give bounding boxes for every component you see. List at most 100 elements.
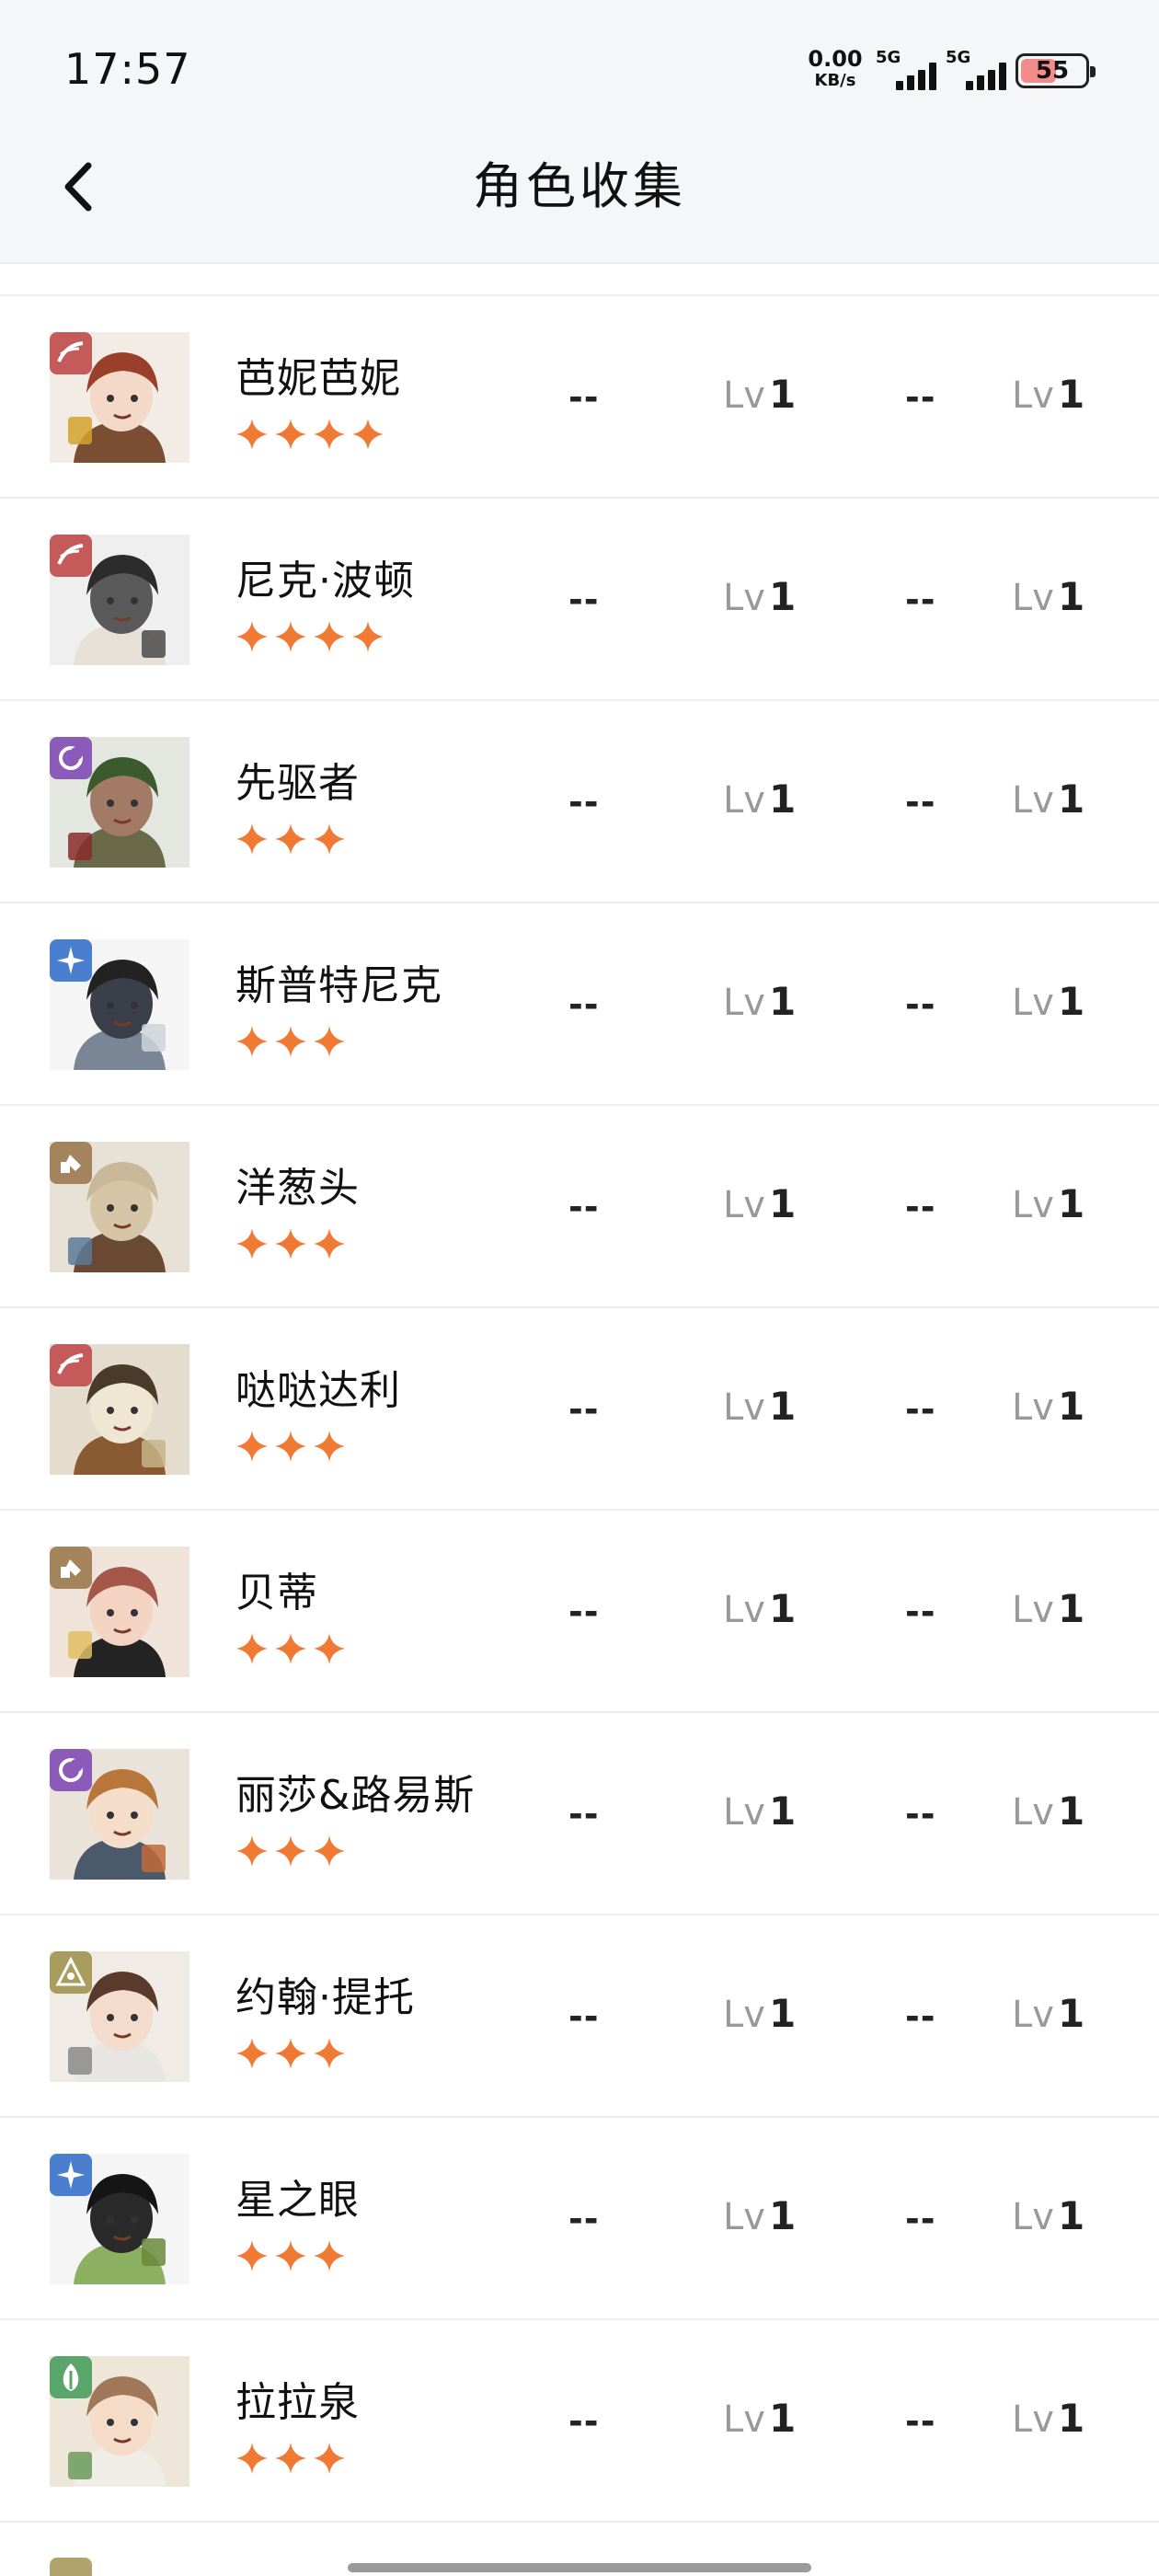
level-value: 1 bbox=[768, 776, 797, 822]
character-row[interactable]: 洋葱头 -- Lv1 -- Lv1 bbox=[0, 1106, 1159, 1308]
rarity-star-icon bbox=[275, 1026, 306, 1057]
level-value: 1 bbox=[768, 1991, 797, 2036]
rarity-star-icon bbox=[236, 1431, 268, 1462]
level-1: Lv1 bbox=[723, 2396, 796, 2441]
rarity-star-icon bbox=[236, 1026, 268, 1057]
stat-placeholder-2: -- bbox=[905, 2199, 936, 2239]
level-label: Lv bbox=[723, 1994, 765, 2036]
character-avatar bbox=[50, 737, 189, 868]
level-label: Lv bbox=[723, 577, 765, 619]
level-label: Lv bbox=[1012, 2398, 1054, 2441]
level-2: Lv1 bbox=[1012, 1384, 1084, 1429]
level-label: Lv bbox=[723, 982, 765, 1024]
attribute-badge-icon bbox=[50, 1951, 92, 1994]
network-speed-unit: KB/s bbox=[814, 71, 856, 90]
level-1: Lv1 bbox=[723, 2193, 796, 2238]
stat-placeholder-2: -- bbox=[905, 782, 936, 822]
level-2: Lv1 bbox=[1012, 1586, 1084, 1631]
network-speed: 0.00 KB/s bbox=[808, 48, 863, 92]
level-value: 1 bbox=[768, 1788, 797, 1834]
rarity-star-icon bbox=[352, 621, 384, 652]
rarity-stars bbox=[234, 2440, 350, 2477]
rarity-star-icon bbox=[275, 2443, 306, 2474]
rarity-star-icon bbox=[275, 1633, 306, 1664]
character-avatar bbox=[50, 2356, 189, 2487]
character-name: 约翰·提托 bbox=[235, 1974, 415, 2021]
level-label: Lv bbox=[723, 1791, 765, 1834]
character-row[interactable]: 约翰·提托 -- Lv1 -- Lv1 bbox=[0, 1915, 1159, 2118]
character-row[interactable]: 尼克·波顿 -- Lv1 -- Lv1 bbox=[0, 499, 1159, 701]
character-avatar bbox=[50, 1749, 189, 1880]
level-value: 1 bbox=[768, 1586, 797, 1631]
level-2: Lv1 bbox=[1012, 1788, 1084, 1834]
rarity-star-icon bbox=[236, 2240, 268, 2271]
rarity-stars bbox=[234, 618, 388, 655]
stat-placeholder-2: -- bbox=[905, 1187, 936, 1227]
signal-strength-icon-2: 5G bbox=[946, 48, 1014, 92]
rarity-star-icon bbox=[314, 1633, 345, 1664]
level-label: Lv bbox=[1012, 1791, 1054, 1834]
battery-level: 55 bbox=[1035, 57, 1070, 85]
level-1: Lv1 bbox=[723, 979, 796, 1024]
rarity-star-icon bbox=[314, 1431, 345, 1462]
character-name: 星之眼 bbox=[235, 2177, 360, 2224]
stat-placeholder-2: -- bbox=[905, 580, 936, 620]
rarity-star-icon bbox=[275, 1228, 306, 1259]
character-list: 芭妮芭妮 -- Lv1 -- Lv1 尼克·波顿 -- Lv1 -- Lv1 先驱者 -- Lv1 -- L… bbox=[0, 294, 1159, 2523]
character-name: 先驱者 bbox=[235, 760, 360, 807]
rarity-star-icon bbox=[236, 2443, 268, 2474]
level-value: 1 bbox=[768, 979, 797, 1024]
rarity-stars bbox=[234, 1428, 350, 1465]
level-value: 1 bbox=[1057, 1384, 1085, 1429]
stat-placeholder-1: -- bbox=[568, 2401, 600, 2442]
level-1: Lv1 bbox=[723, 776, 796, 822]
rarity-star-icon bbox=[236, 419, 268, 450]
level-2: Lv1 bbox=[1012, 1181, 1084, 1226]
stat-placeholder-1: -- bbox=[568, 1187, 600, 1227]
home-indicator[interactable] bbox=[348, 2563, 811, 2572]
level-label: Lv bbox=[1012, 1589, 1054, 1631]
attribute-badge-icon bbox=[50, 939, 92, 982]
level-label: Lv bbox=[723, 1589, 765, 1631]
level-label: Lv bbox=[1012, 2196, 1054, 2238]
level-value: 1 bbox=[768, 2193, 797, 2238]
stat-placeholder-2: -- bbox=[905, 1389, 936, 1430]
character-row[interactable]: 拉拉泉 -- Lv1 -- Lv1 bbox=[0, 2320, 1159, 2523]
character-name: 丽莎&路易斯 bbox=[235, 1772, 476, 1819]
level-1: Lv1 bbox=[723, 372, 796, 417]
stat-placeholder-1: -- bbox=[568, 580, 600, 620]
level-label: Lv bbox=[1012, 779, 1054, 822]
character-row[interactable]: 贝蒂 -- Lv1 -- Lv1 bbox=[0, 1511, 1159, 1713]
character-avatar bbox=[50, 1142, 189, 1272]
character-row[interactable]: 哒哒达利 -- Lv1 -- Lv1 bbox=[0, 1308, 1159, 1511]
level-label: Lv bbox=[723, 1184, 765, 1226]
rarity-star-icon bbox=[314, 2240, 345, 2271]
character-avatar bbox=[50, 1547, 189, 1677]
rarity-stars bbox=[234, 2035, 350, 2072]
character-row[interactable]: 丽莎&路易斯 -- Lv1 -- Lv1 bbox=[0, 1713, 1159, 1915]
level-1: Lv1 bbox=[723, 1991, 796, 2036]
rarity-star-icon bbox=[314, 419, 345, 450]
level-value: 1 bbox=[1057, 574, 1085, 619]
level-2: Lv1 bbox=[1012, 372, 1084, 417]
level-label: Lv bbox=[1012, 1386, 1054, 1429]
level-label: Lv bbox=[1012, 982, 1054, 1024]
character-row[interactable]: 先驱者 -- Lv1 -- Lv1 bbox=[0, 701, 1159, 903]
character-row[interactable]: 斯普特尼克 -- Lv1 -- Lv1 bbox=[0, 903, 1159, 1106]
attribute-badge-icon bbox=[50, 535, 92, 577]
rarity-star-icon bbox=[236, 1228, 268, 1259]
rarity-star-icon bbox=[314, 823, 345, 855]
level-value: 1 bbox=[1057, 1991, 1085, 2036]
level-value: 1 bbox=[1057, 2193, 1085, 2238]
character-avatar bbox=[50, 939, 189, 1070]
status-bar: 17:57 0.00 KB/s 5G 5G 55 bbox=[0, 0, 1159, 138]
signal-strength-icon: 5G bbox=[876, 48, 944, 92]
rarity-star-icon bbox=[275, 2240, 306, 2271]
level-2: Lv1 bbox=[1012, 2396, 1084, 2441]
level-value: 1 bbox=[1057, 1586, 1085, 1631]
network-speed-value: 0.00 bbox=[808, 46, 863, 72]
attribute-badge-icon bbox=[50, 1547, 92, 1589]
rarity-star-icon bbox=[314, 1835, 345, 1867]
character-row[interactable]: 芭妮芭妮 -- Lv1 -- Lv1 bbox=[0, 296, 1159, 499]
character-row[interactable]: 星之眼 -- Lv1 -- Lv1 bbox=[0, 2118, 1159, 2320]
